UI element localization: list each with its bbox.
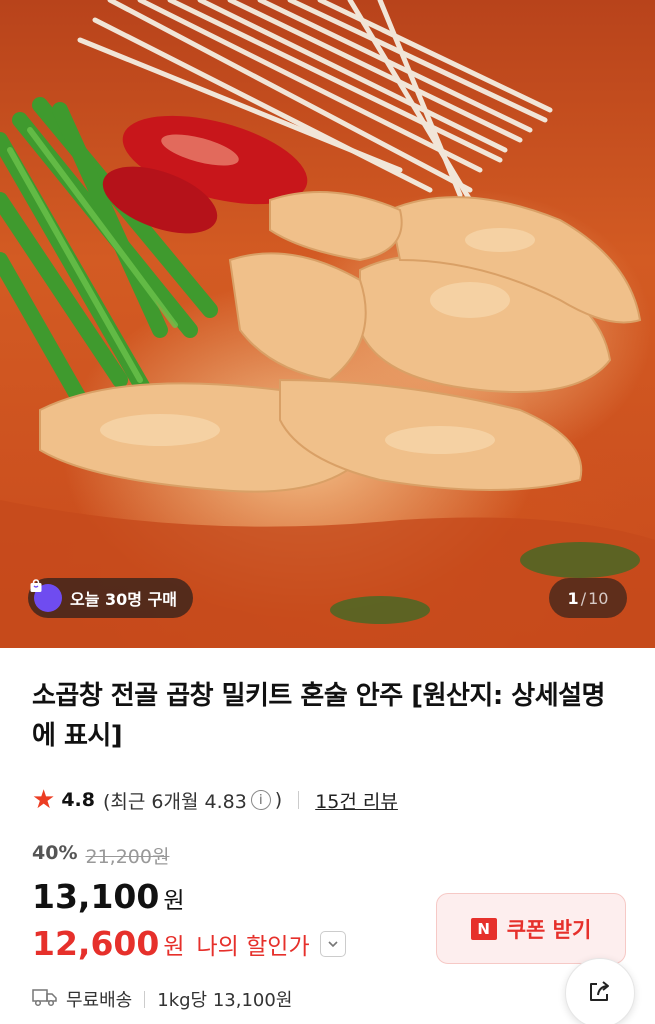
today-purchase-badge: 오늘 30명 구매 — [28, 578, 194, 618]
info-icon[interactable]: i — [250, 790, 271, 810]
discount-row: 40% 21,200원 — [32, 842, 169, 869]
review-count-link[interactable]: 15건 리뷰 — [315, 787, 398, 814]
image-counter: 1 / 10 — [549, 578, 627, 618]
my-price-unit: 원 — [163, 933, 185, 960]
sale-price-amount: 13,100 — [32, 877, 160, 916]
discount-percent: 40% — [32, 842, 78, 864]
recent-rating-text: (최근 6개월 4.83 — [102, 790, 247, 813]
image-counter-current: 1 — [567, 588, 579, 608]
purchase-badge-text: 오늘 30명 구매 — [70, 590, 178, 609]
my-price-amount: 12,600 — [32, 924, 160, 963]
rating-divider — [298, 791, 300, 809]
sale-price-unit: 원 — [163, 888, 185, 914]
product-photo — [0, 0, 655, 648]
rating-row: ★ 4.8 (최근 6개월 4.83 i ) 15건 리뷰 — [32, 786, 398, 814]
rating-score: 4.8 — [61, 789, 95, 811]
share-icon — [585, 976, 615, 1010]
product-title: 소곱창 전골 곱창 밀키트 혼술 안주 [원산지: 상세설명에 표시] — [32, 681, 605, 751]
sale-price: 13,100 원 — [32, 877, 185, 916]
my-price-label: 나의 할인가 — [196, 933, 310, 960]
naver-logo-icon: N — [470, 917, 497, 940]
shipping-row: 무료배송 1kg당 13,100원 — [32, 986, 292, 1012]
star-icon: ★ — [32, 785, 56, 815]
my-discount-price[interactable]: 12,600 원 나의 할인가 — [32, 924, 346, 963]
product-image-carousel[interactable]: 오늘 30명 구매 1 / 10 — [0, 0, 655, 648]
unit-price: 1kg당 13,100원 — [157, 990, 293, 1011]
coupon-button[interactable]: N 쿠폰 받기 — [436, 893, 626, 964]
image-counter-total: 10 — [588, 588, 609, 608]
chevron-down-icon[interactable] — [319, 930, 346, 957]
coupon-button-label: 쿠폰 받기 — [506, 917, 592, 942]
image-counter-separator: / — [580, 588, 587, 608]
shipping-label: 무료배송 — [66, 990, 133, 1011]
share-button[interactable] — [565, 958, 635, 1024]
shopping-bag-icon — [30, 579, 62, 612]
truck-icon — [32, 987, 58, 1012]
original-price: 21,200원 — [85, 846, 170, 868]
shipping-divider — [144, 990, 146, 1008]
recent-rating-close: ) — [274, 789, 283, 811]
